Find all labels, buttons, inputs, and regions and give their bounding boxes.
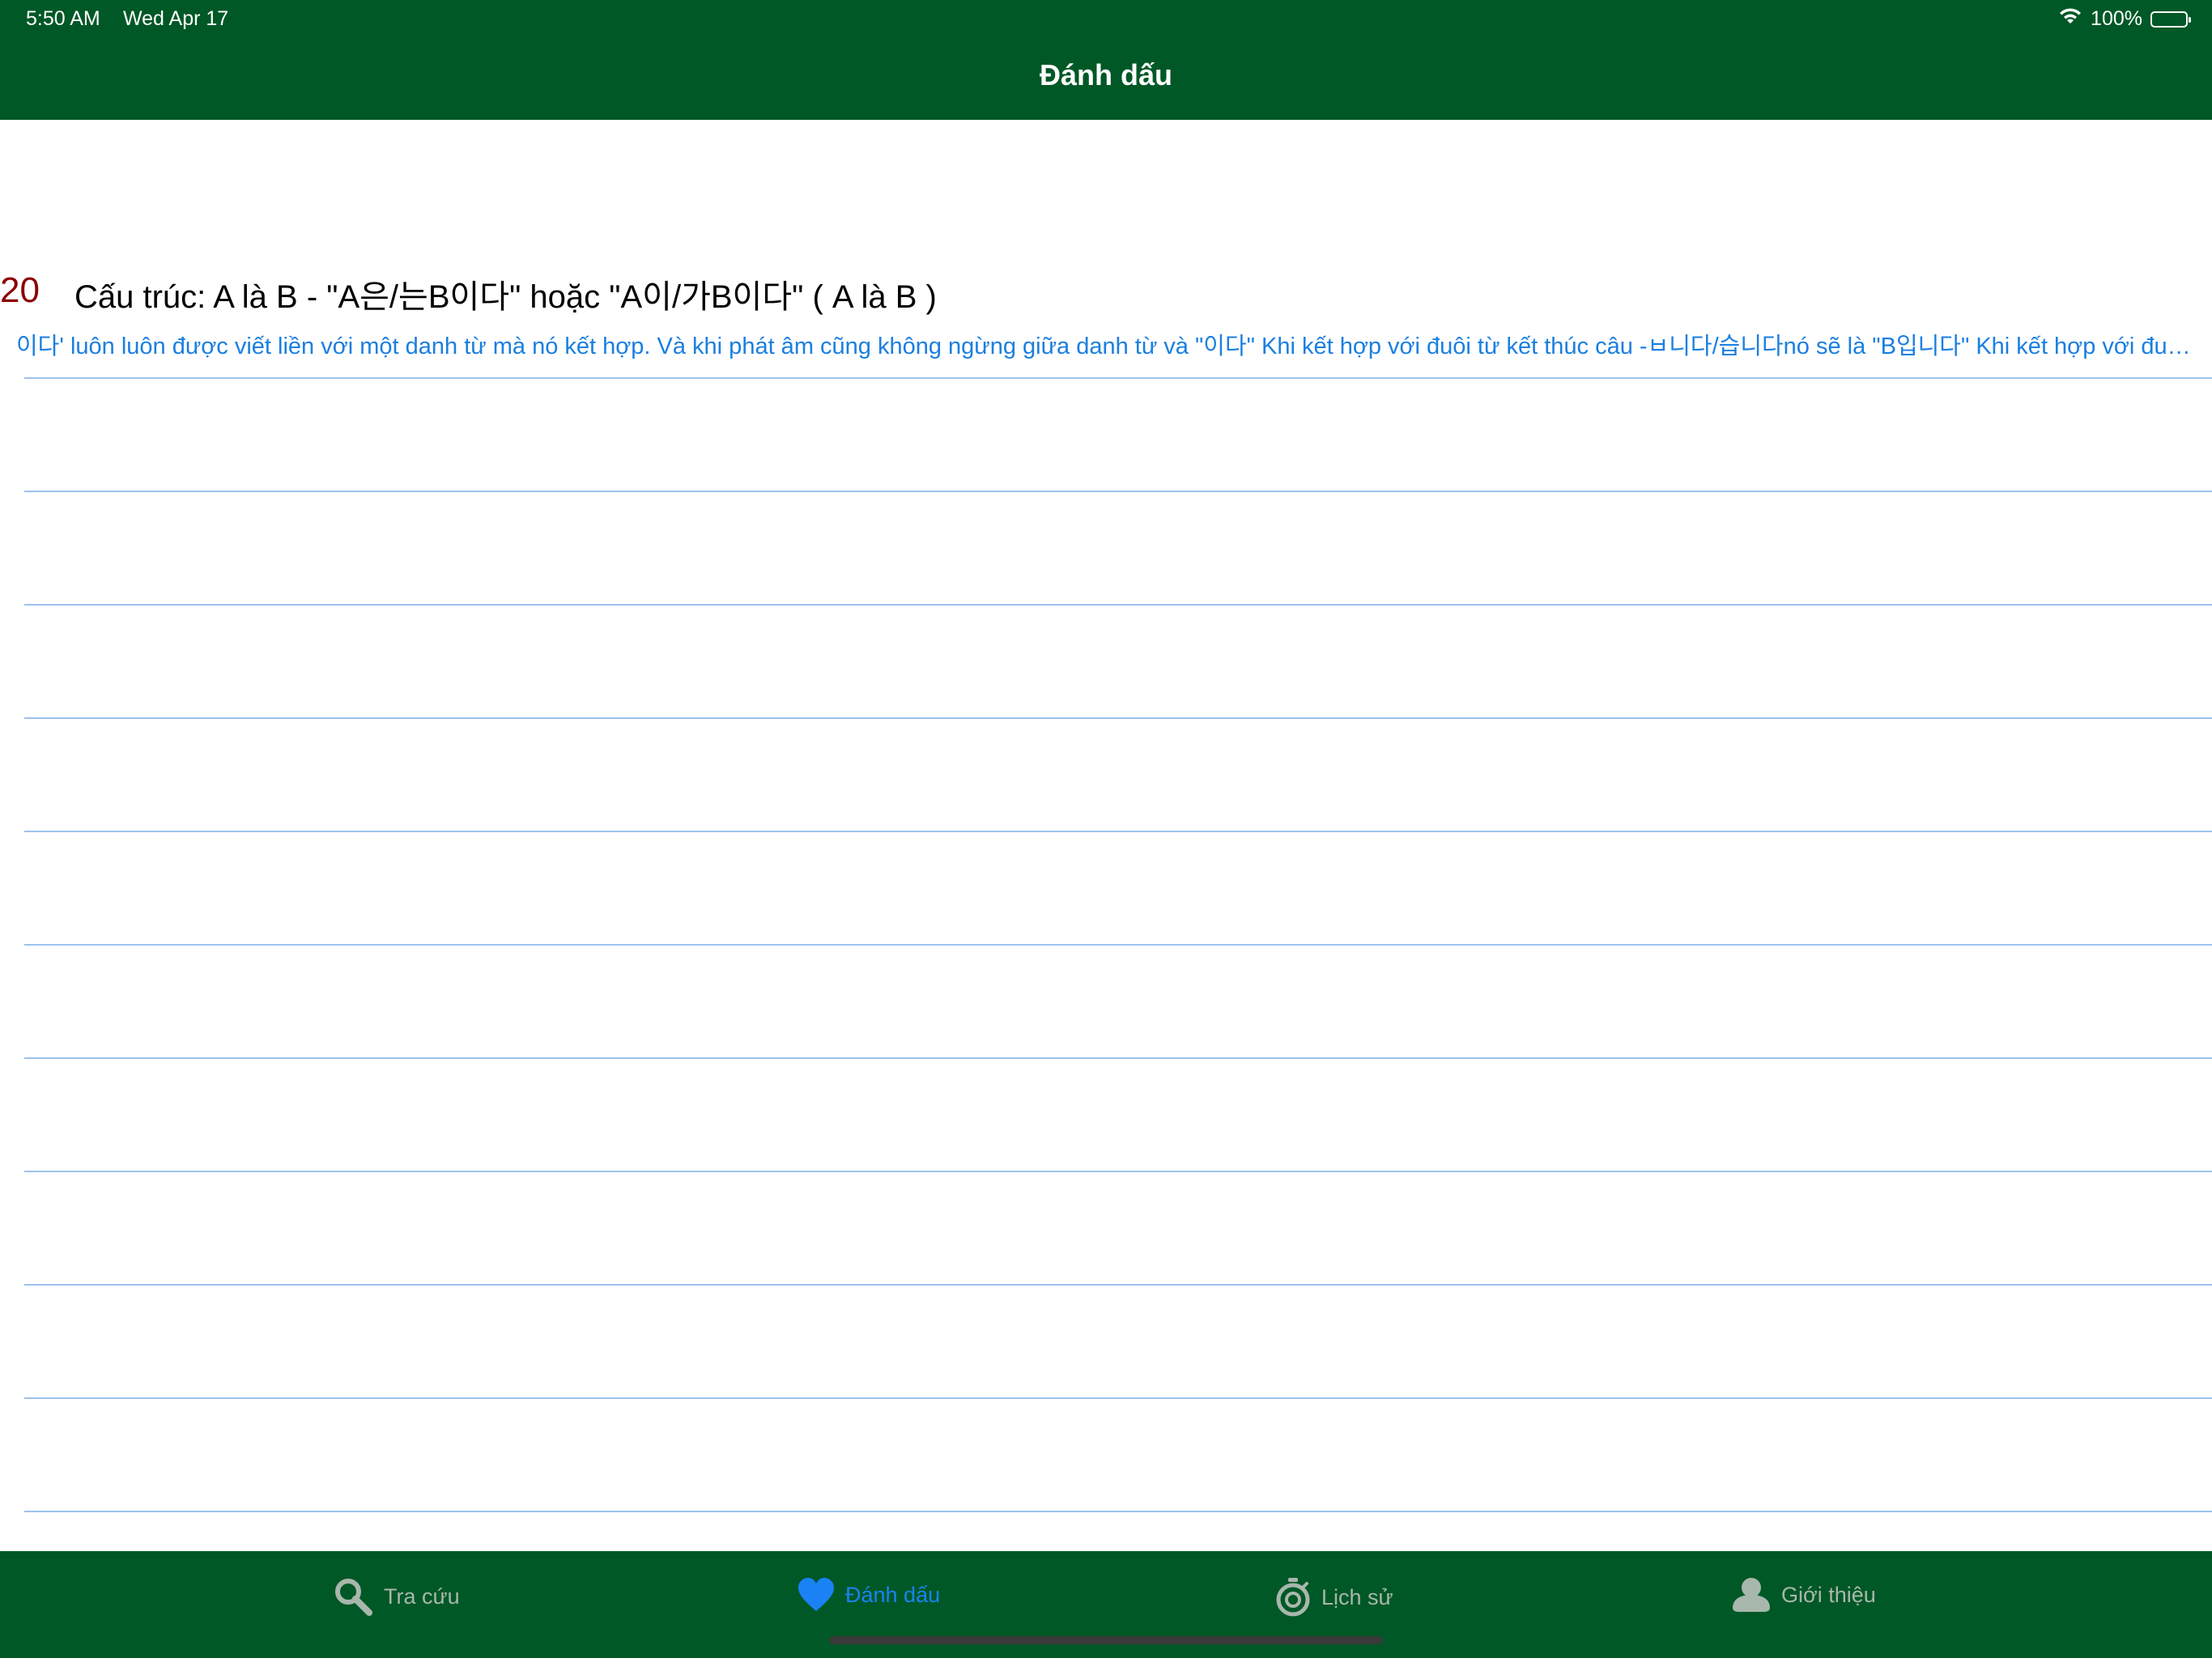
stopwatch-icon [1274, 1577, 1312, 1618]
row-separator [24, 491, 2212, 492]
tab-label: Tra cứu [384, 1584, 460, 1609]
search-icon [334, 1577, 374, 1616]
tab-gioi-thieu[interactable]: Giới thiệu [1731, 1577, 1876, 1613]
battery-icon [2150, 11, 2191, 28]
heart-icon [797, 1577, 836, 1613]
row-separator [24, 1171, 2212, 1172]
status-bar: 5:50 AM Wed Apr 17 100% [0, 0, 2212, 39]
tab-label: Đánh dấu [845, 1582, 941, 1607]
tab-lich-su[interactable]: Lịch sử [1274, 1577, 1393, 1618]
row-separator [24, 1397, 2212, 1399]
home-indicator [829, 1636, 1383, 1644]
person-icon [1731, 1577, 1772, 1613]
lesson-description: 이다' luôn luôn được viết liền với một dan… [16, 334, 2202, 359]
battery-percent: 100% [2091, 7, 2142, 30]
row-separator [24, 377, 2212, 379]
tab-label: Giới thiệu [1781, 1582, 1876, 1607]
row-separator [24, 1511, 2212, 1512]
wifi-icon [2058, 7, 2082, 31]
row-separator [24, 944, 2212, 946]
row-separator [24, 717, 2212, 719]
page-title: Đánh dấu [1039, 58, 1172, 91]
lesson-number: 20 [0, 270, 40, 310]
tab-tra-cuu[interactable]: Tra cứu [334, 1577, 460, 1616]
status-date: Wed Apr 17 [123, 7, 229, 30]
navigation-bar: Đánh dấu [0, 39, 2212, 120]
battery-tip [2189, 16, 2191, 23]
tab-label: Lịch sử [1321, 1584, 1393, 1609]
status-time: 5:50 AM [26, 7, 100, 30]
row-separator [24, 1284, 2212, 1286]
row-separator [24, 831, 2212, 832]
bookmark-list: 20 Cấu trúc: A là B - "A은/는B이다" hoặc "A이… [0, 120, 2212, 1551]
row-separator [24, 1057, 2212, 1059]
row-separator [24, 604, 2212, 606]
list-item[interactable]: 20 Cấu trúc: A là B - "A은/는B이다" hoặc "A이… [0, 270, 2212, 497]
tab-danh-dau[interactable]: Đánh dấu [797, 1577, 940, 1613]
status-indicators: 100% [2058, 7, 2191, 31]
lesson-title: Cấu trúc: A là B - "A은/는B이다" hoặc "A이/가B… [74, 279, 937, 315]
